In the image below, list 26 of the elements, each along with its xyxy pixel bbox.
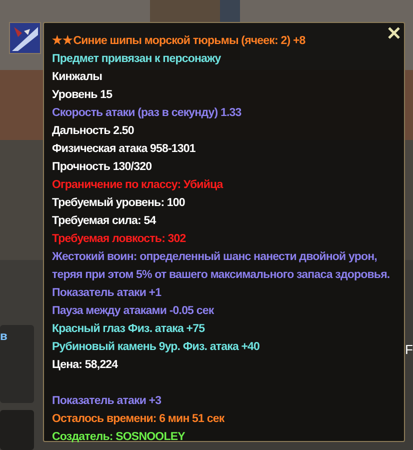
tooltip-line: ★★Синие шипы морской тюрьмы (ячеек: 2) +8 (52, 34, 306, 49)
tooltip-line: Предмет привязан к персонажу (52, 52, 222, 67)
panel-text: в (0, 329, 8, 343)
tooltip-line: Ограничение по классу: Убийца (52, 178, 224, 193)
tooltip-line: Пауза между атаками -0.05 сек (52, 304, 215, 319)
tooltip-line: Цена: 58,224 (52, 358, 119, 373)
tooltip-line: Красный глаз Физ. атака +75 (52, 322, 206, 337)
tooltip-line: Осталось времени: 6 мин 51 сек (52, 412, 226, 427)
item-icon (9, 22, 41, 54)
tooltip-line: Требуемая ловкость: 302 (52, 232, 187, 247)
tooltip-line: Создатель: SOSNOOLEY (52, 430, 186, 445)
tooltip-line: Скорость атаки (раз в секунду) 1.33 (52, 106, 242, 121)
close-icon[interactable] (388, 27, 400, 39)
tooltip-line: Рубиновый камень 9ур. Физ. атака +40 (52, 340, 261, 355)
edge-text: F (405, 342, 413, 357)
tooltip-line: Требуемый уровень: 100 (52, 196, 186, 211)
tooltip-line: Кинжалы (52, 70, 104, 85)
tooltip-line: Прочность 130/320 (52, 160, 153, 175)
tooltip-line: Физическая атака 958-1301 (52, 142, 196, 157)
tooltip-line: Уровень 15 (52, 88, 114, 103)
tooltip-line: Показатель атаки +3 (52, 394, 162, 409)
tooltip-line: Дальность 2.50 (52, 124, 135, 139)
side-panel (0, 410, 34, 450)
tooltip-line: Жестокий воин: определенный шанс нанести двойной урон, теряя при этом 5% от вашего максимального запаса здоровья. (52, 250, 391, 283)
tooltip-line: Требуемая сила: 54 (52, 214, 158, 229)
tooltip-line: Показатель атаки +1 (52, 286, 162, 301)
